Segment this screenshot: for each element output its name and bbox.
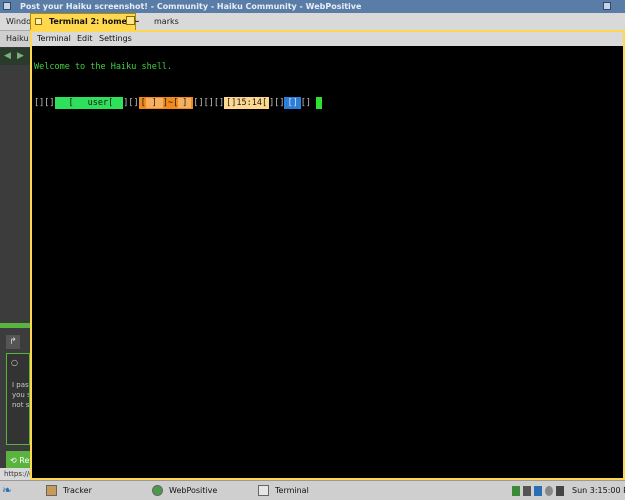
prompt-time-segment: []15:14[ [224, 97, 270, 109]
menu-settings[interactable]: Settings [99, 32, 132, 46]
prompt-user-segment: [user[ [54, 97, 124, 109]
shell-prompt: [][][user[][][]]~[][][][] []15:14[][][][] [34, 97, 323, 109]
divider [0, 323, 30, 328]
close-icon[interactable] [3, 2, 11, 10]
prompt-path-segment: []]~[] [138, 97, 194, 109]
terminal-icon [258, 485, 269, 496]
haiku-leaf-icon[interactable]: ❧ [2, 483, 40, 498]
webpositive-titlebar[interactable]: Post your Haiku screenshot! - Community … [0, 0, 625, 13]
volume-icon[interactable] [545, 485, 553, 496]
cpu-icon[interactable] [512, 485, 520, 496]
back-icon[interactable]: ◀ [4, 51, 14, 61]
webpositive-toolbar: ◀ ▶ [0, 48, 30, 65]
web-page-content: ↱ ○ I past you s not su ⟲ Re [0, 65, 30, 480]
system-tray [512, 483, 567, 499]
text-cursor [316, 97, 323, 109]
task-terminal[interactable]: Terminal [258, 483, 309, 499]
clock[interactable]: Sun 3:15:00 PM [572, 483, 625, 499]
printer-icon[interactable] [534, 485, 542, 496]
webpositive-icon [152, 485, 163, 496]
menu-edit[interactable]: Edit [77, 32, 93, 46]
comment-box[interactable]: ○ I past you s not su [6, 353, 30, 445]
task-webpositive[interactable]: WebPositive [152, 483, 217, 499]
prompt-end-segment: [] [284, 97, 301, 109]
zoom-icon[interactable] [126, 16, 135, 25]
keymap-icon[interactable] [556, 485, 564, 496]
forward-icon[interactable]: ▶ [17, 51, 27, 61]
tracker-icon [46, 485, 57, 496]
window-title: Post your Haiku screenshot! - Community … [20, 2, 362, 11]
share-icon[interactable]: ↱ [6, 335, 20, 349]
close-icon[interactable] [35, 18, 42, 25]
deskbar: ❧ Tracker WebPositive Terminal Sun 3:15:… [0, 480, 625, 500]
terminal-screen[interactable]: Welcome to the Haiku shell. [][][user[][… [32, 46, 623, 478]
zoom-icon[interactable] [603, 2, 611, 10]
comment-text: I past you s not su [12, 381, 30, 409]
welcome-message: Welcome to the Haiku shell. [34, 62, 173, 72]
menu-terminal[interactable]: Terminal [37, 32, 71, 46]
menu-bookmarks[interactable]: marks [154, 13, 179, 30]
task-tracker[interactable]: Tracker [46, 483, 92, 499]
terminal-menubar: Terminal Edit Settings [32, 32, 623, 46]
comment-icon: ○ [11, 358, 18, 367]
network-icon[interactable] [523, 485, 531, 496]
terminal-tab[interactable]: Terminal 2: home: ~ [30, 13, 140, 30]
terminal-window: Terminal Edit Settings Welcome to the Ha… [30, 30, 625, 480]
